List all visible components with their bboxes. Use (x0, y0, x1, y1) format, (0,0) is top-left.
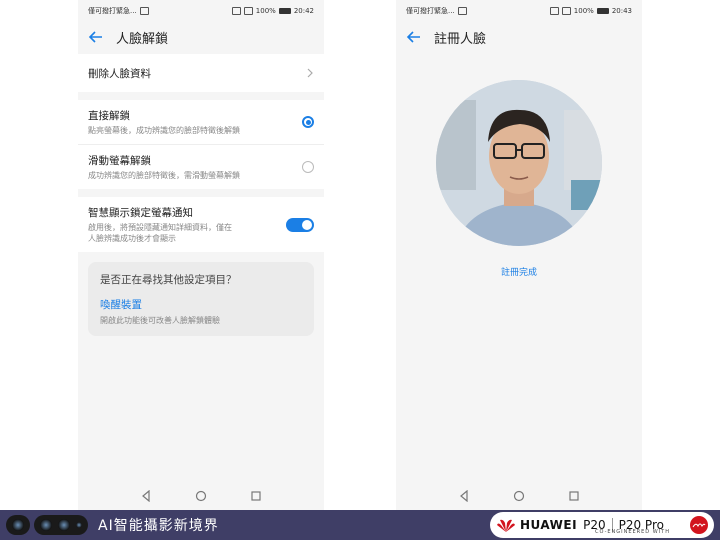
direct-unlock-title: 直接解鎖 (88, 110, 130, 122)
swipe-unlock-option[interactable]: 滑動螢幕解鎖 成功辨識您的臉部特徵後，需滑動螢幕解鎖 (78, 145, 324, 189)
smart-notification-subtitle: 啟用後，將預設隱藏通知詳細資料，僅在 人臉辨識成功後才會顯示 (88, 222, 278, 244)
co-engineered-text: CO-ENGINEERED WITH (595, 529, 670, 535)
nav-bar (78, 482, 324, 510)
registration-complete-text: 註冊完成 (500, 268, 537, 278)
page-title: 人臉解鎖 (116, 31, 169, 47)
nav-back-icon[interactable] (458, 490, 470, 502)
wake-device-description: 開啟此功能後可改善人臉解鎖體驗 (100, 316, 220, 325)
nav-recents-icon[interactable] (250, 490, 262, 502)
smart-notification-title: 智慧顯示鎖定螢幕通知 (88, 207, 193, 219)
unlock-mode-section: 直接解鎖 點亮螢幕後，成功辨識您的臉部特徵後解鎖 滑動螢幕解鎖 成功辨識您的臉部… (78, 100, 324, 189)
nav-home-icon[interactable] (195, 490, 207, 502)
smart-notification-subtitle-line2: 人臉辨識成功後才會顯示 (88, 234, 176, 243)
swipe-unlock-radio[interactable] (302, 161, 314, 173)
nav-back-icon[interactable] (140, 490, 152, 502)
single-camera-icon (6, 515, 30, 535)
smart-notification-toggle[interactable] (286, 217, 314, 232)
clock: 20:42 (293, 7, 314, 15)
delete-face-data-item[interactable]: 刪除人臉資料 (78, 54, 324, 92)
battery-percent: 100% (255, 7, 276, 15)
status-bar: 僅可撥打緊急... 100% 20:42 (78, 0, 324, 22)
brand-badge: HUAWEI P20 P20 Pro CO-ENGINEERED WITH (490, 512, 714, 538)
app-bar: 註冊人臉 (396, 22, 642, 52)
huawei-logo-icon (497, 519, 515, 532)
register-face-screen: 僅可撥打緊急... 100% 20:43 註冊人臉 註冊完成 (396, 0, 642, 510)
banner-tagline: AI智能攝影新境界 (98, 518, 219, 534)
direct-unlock-option[interactable]: 直接解鎖 點亮螢幕後，成功辨識您的臉部特徵後解鎖 (78, 100, 324, 145)
direct-unlock-subtitle: 點亮螢幕後，成功辨識您的臉部特徵後解鎖 (88, 126, 240, 135)
face-photo (436, 80, 602, 246)
face-preview (436, 80, 602, 246)
swipe-unlock-subtitle: 成功辨識您的臉部特徵後，需滑動螢幕解鎖 (88, 171, 240, 180)
suggestion-card: 是否正在尋找其他設定項目？ 喚醒裝置 開啟此功能後可改善人臉解鎖體驗 (88, 262, 314, 336)
dual-camera-icon (34, 515, 88, 535)
delete-section: 刪除人臉資料 (78, 54, 324, 92)
back-arrow-icon[interactable] (406, 29, 422, 45)
swipe-unlock-title: 滑動螢幕解鎖 (88, 155, 151, 167)
bluetooth-icon (561, 7, 571, 15)
delete-face-label: 刪除人臉資料 (88, 67, 151, 80)
nfc-icon (231, 7, 241, 15)
battery-percent: 100% (573, 7, 594, 15)
battery-icon (596, 8, 609, 14)
status-bar: 僅可撥打緊急... 100% 20:43 (396, 0, 642, 22)
carrier-text: 僅可撥打緊急... (88, 7, 137, 15)
nav-home-icon[interactable] (513, 490, 525, 502)
page-title: 註冊人臉 (434, 31, 487, 47)
bluetooth-icon (243, 7, 253, 15)
promo-banner: AI智能攝影新境界 HUAWEI P20 P20 Pro CO-ENGINEER… (0, 510, 720, 540)
smart-notification-item[interactable]: 智慧顯示鎖定螢幕通知 啟用後，將預設隱藏通知詳細資料，僅在 人臉辨識成功後才會顯… (78, 197, 324, 252)
smart-notification-subtitle-line1: 啟用後，將預設隱藏通知詳細資料，僅在 (88, 223, 232, 232)
notification-icon (457, 7, 467, 15)
wake-device-link[interactable]: 喚醒裝置 (100, 297, 302, 312)
carrier-text: 僅可撥打緊急... (406, 7, 455, 15)
direct-unlock-radio[interactable] (302, 116, 314, 128)
clock: 20:43 (611, 7, 632, 15)
brand-name: HUAWEI (520, 518, 578, 532)
suggestion-question: 是否正在尋找其他設定項目？ (100, 274, 237, 286)
notification-icon (139, 7, 149, 15)
nfc-icon (549, 7, 559, 15)
notification-section: 智慧顯示鎖定螢幕通知 啟用後，將預設隱藏通知詳細資料，僅在 人臉辨識成功後才會顯… (78, 197, 324, 252)
battery-icon (278, 8, 291, 14)
nav-bar (396, 482, 642, 510)
app-bar: 人臉解鎖 (78, 22, 324, 52)
chevron-right-icon (307, 68, 313, 78)
back-arrow-icon[interactable] (88, 29, 104, 45)
camera-graphic (6, 515, 88, 535)
leica-logo-icon (690, 516, 708, 534)
face-unlock-screen: 僅可撥打緊急... 100% 20:42 人臉解鎖 刪除人臉資料 直接解鎖 點亮… (78, 0, 324, 510)
nav-recents-icon[interactable] (568, 490, 580, 502)
